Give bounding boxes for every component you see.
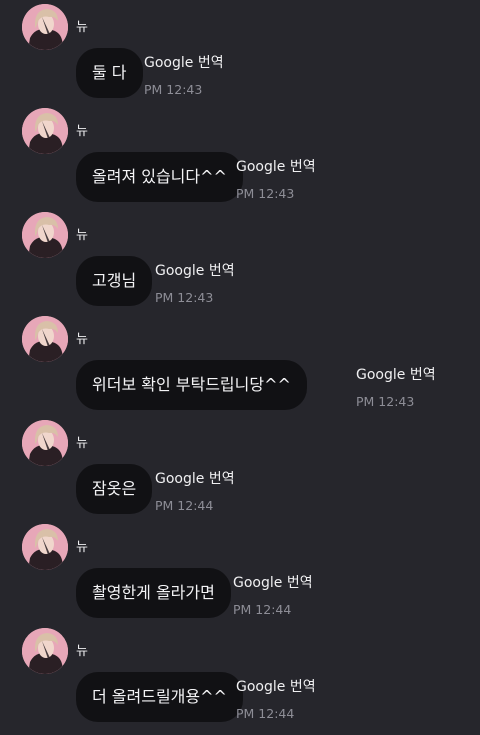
message-row: 뉴 고갱님 Google 번역 PM 12:43 (0, 212, 480, 316)
message-row: 뉴 위더보 확인 부탁드립니당^^ Google 번역 PM 12:43 (0, 316, 480, 420)
message-row: 뉴 잠옷은 Google 번역 PM 12:44 (0, 420, 480, 524)
avatar[interactable] (22, 4, 68, 50)
avatar[interactable] (22, 212, 68, 258)
google-translate-link[interactable]: Google 번역 (356, 364, 436, 384)
sender-name: 뉴 (76, 124, 88, 139)
message-timestamp: PM 12:43 (144, 82, 203, 97)
message-row: 뉴 올려져 있습니다^^ Google 번역 PM 12:43 (0, 108, 480, 212)
avatar[interactable] (22, 524, 68, 570)
message-row: 뉴 촬영한게 올라가면 Google 번역 PM 12:44 (0, 524, 480, 628)
avatar[interactable] (22, 316, 68, 362)
message-row: 뉴 더 올려드릴개용^^ Google 번역 PM 12:44 (0, 628, 480, 732)
sender-name: 뉴 (76, 436, 88, 451)
message-timestamp: PM 12:44 (236, 706, 295, 721)
message-timestamp: PM 12:44 (233, 602, 292, 617)
sender-name: 뉴 (76, 644, 88, 659)
message-bubble[interactable]: 잠옷은 (76, 464, 153, 514)
message-bubble[interactable]: 둘 다 (76, 48, 143, 98)
message-bubble[interactable]: 고갱님 (76, 256, 153, 306)
message-bubble[interactable]: 올려져 있습니다^^ (76, 152, 243, 202)
message-bubble[interactable]: 위더보 확인 부탁드립니당^^ (76, 360, 307, 410)
message-bubble[interactable]: 촬영한게 올라가면 (76, 568, 231, 618)
message-timestamp: PM 12:44 (155, 498, 214, 513)
google-translate-link[interactable]: Google 번역 (144, 52, 224, 72)
google-translate-link[interactable]: Google 번역 (155, 468, 235, 488)
google-translate-link[interactable]: Google 번역 (236, 156, 316, 176)
sender-name: 뉴 (76, 332, 88, 347)
avatar[interactable] (22, 628, 68, 674)
sender-name: 뉴 (76, 228, 88, 243)
google-translate-link[interactable]: Google 번역 (236, 676, 316, 696)
google-translate-link[interactable]: Google 번역 (155, 260, 235, 280)
sender-name: 뉴 (76, 540, 88, 555)
message-row: 뉴 둘 다 Google 번역 PM 12:43 (0, 4, 480, 108)
message-timestamp: PM 12:43 (155, 290, 214, 305)
google-translate-link[interactable]: Google 번역 (233, 572, 313, 592)
avatar[interactable] (22, 420, 68, 466)
avatar[interactable] (22, 108, 68, 154)
sender-name: 뉴 (76, 20, 88, 35)
message-timestamp: PM 12:43 (236, 186, 295, 201)
message-bubble[interactable]: 더 올려드릴개용^^ (76, 672, 243, 722)
message-timestamp: PM 12:43 (356, 394, 415, 409)
